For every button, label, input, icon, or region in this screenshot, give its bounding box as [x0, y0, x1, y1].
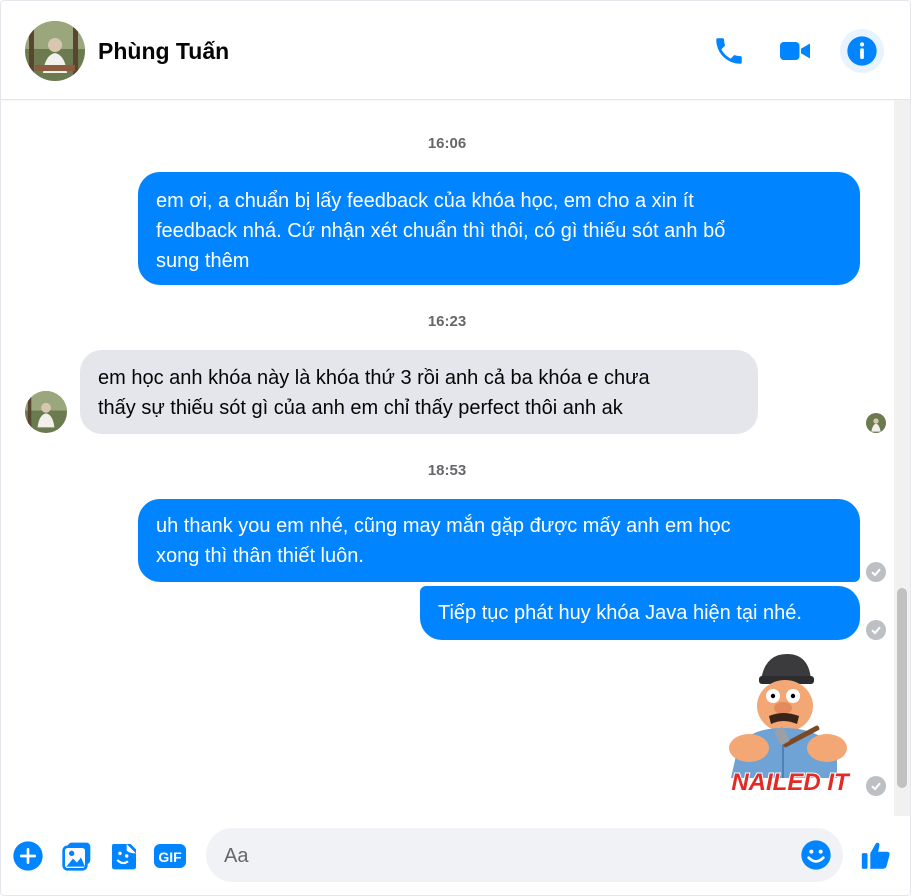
- timestamp: 16:23: [427, 313, 467, 330]
- timestamp: 16:06: [427, 135, 467, 152]
- attach-photo-button[interactable]: [59, 838, 95, 874]
- message-thread: 16:06 em ơi, a chuẩn bị lấy feedback của…: [1, 100, 893, 816]
- more-actions-button[interactable]: [10, 838, 46, 874]
- emoji-icon: [801, 840, 831, 870]
- chat-window: Phùng Tuấn 16:06 em ơi, a chuẩn bị lấy f…: [0, 0, 911, 896]
- contact-name[interactable]: Phùng Tuấn: [98, 38, 229, 65]
- video-icon: [780, 42, 810, 60]
- info-icon: [847, 36, 877, 66]
- sticker-icon: [112, 844, 136, 870]
- sent-check-icon: [866, 562, 886, 582]
- message-composer: GIF: [1, 816, 910, 895]
- incoming-message[interactable]: em học anh khóa này là khóa thứ 3 rồi an…: [80, 350, 758, 434]
- outgoing-message[interactable]: uh thank you em nhé, cũng may mắn gặp đư…: [138, 499, 860, 582]
- choose-sticker-button[interactable]: [106, 838, 142, 874]
- chat-header: Phùng Tuấn: [1, 1, 910, 100]
- choose-gif-button[interactable]: GIF: [152, 838, 188, 874]
- conversation-info-button[interactable]: [840, 29, 884, 73]
- sent-check-icon: [866, 620, 886, 640]
- plus-icon: [13, 841, 43, 871]
- thread-scrollbar[interactable]: [894, 100, 910, 816]
- message-line: em ơi, a chuẩn bị lấy feedback của khóa …: [156, 190, 694, 212]
- message-line: xong thì thân thiết luôn.: [156, 545, 364, 567]
- message-input-wrapper: [206, 828, 843, 884]
- video-call-button[interactable]: [773, 29, 817, 73]
- scrollbar-thumb[interactable]: [897, 588, 907, 788]
- gif-label: GIF: [158, 849, 182, 865]
- contact-avatar[interactable]: [25, 21, 85, 81]
- outgoing-message[interactable]: Tiếp tục phát huy khóa Java hiện tại nhé…: [420, 586, 860, 640]
- gif-icon: GIF: [154, 844, 186, 868]
- contact-avatar-small[interactable]: [25, 391, 67, 433]
- send-like-button[interactable]: [858, 838, 894, 874]
- nailed-it-sticker[interactable]: NAILED IT: [721, 650, 859, 798]
- message-input[interactable]: [222, 828, 786, 884]
- message-line: uh thank you em nhé, cũng may mắn gặp đư…: [156, 515, 731, 537]
- message-line: Tiếp tục phát huy khóa Java hiện tại nhé…: [438, 602, 802, 624]
- message-line: thấy sự thiếu sót gì của anh em chỉ thấy…: [98, 397, 623, 419]
- timestamp: 18:53: [427, 462, 467, 479]
- sent-check-icon: [866, 776, 886, 796]
- voice-call-button[interactable]: [707, 29, 751, 73]
- like-icon: [861, 842, 890, 869]
- message-line: feedback nhá. Cứ nhận xét chuẩn thì thôi…: [156, 220, 726, 242]
- outgoing-message[interactable]: em ơi, a chuẩn bị lấy feedback của khóa …: [138, 172, 860, 285]
- choose-emoji-button[interactable]: [800, 839, 832, 871]
- phone-icon: [716, 38, 742, 64]
- sticker-caption: NAILED IT: [731, 769, 851, 796]
- message-line: sung thêm: [156, 250, 250, 272]
- read-receipt-avatar: [866, 413, 886, 433]
- message-line: em học anh khóa này là khóa thứ 3 rồi an…: [98, 367, 650, 389]
- photo-icon: [62, 842, 91, 871]
